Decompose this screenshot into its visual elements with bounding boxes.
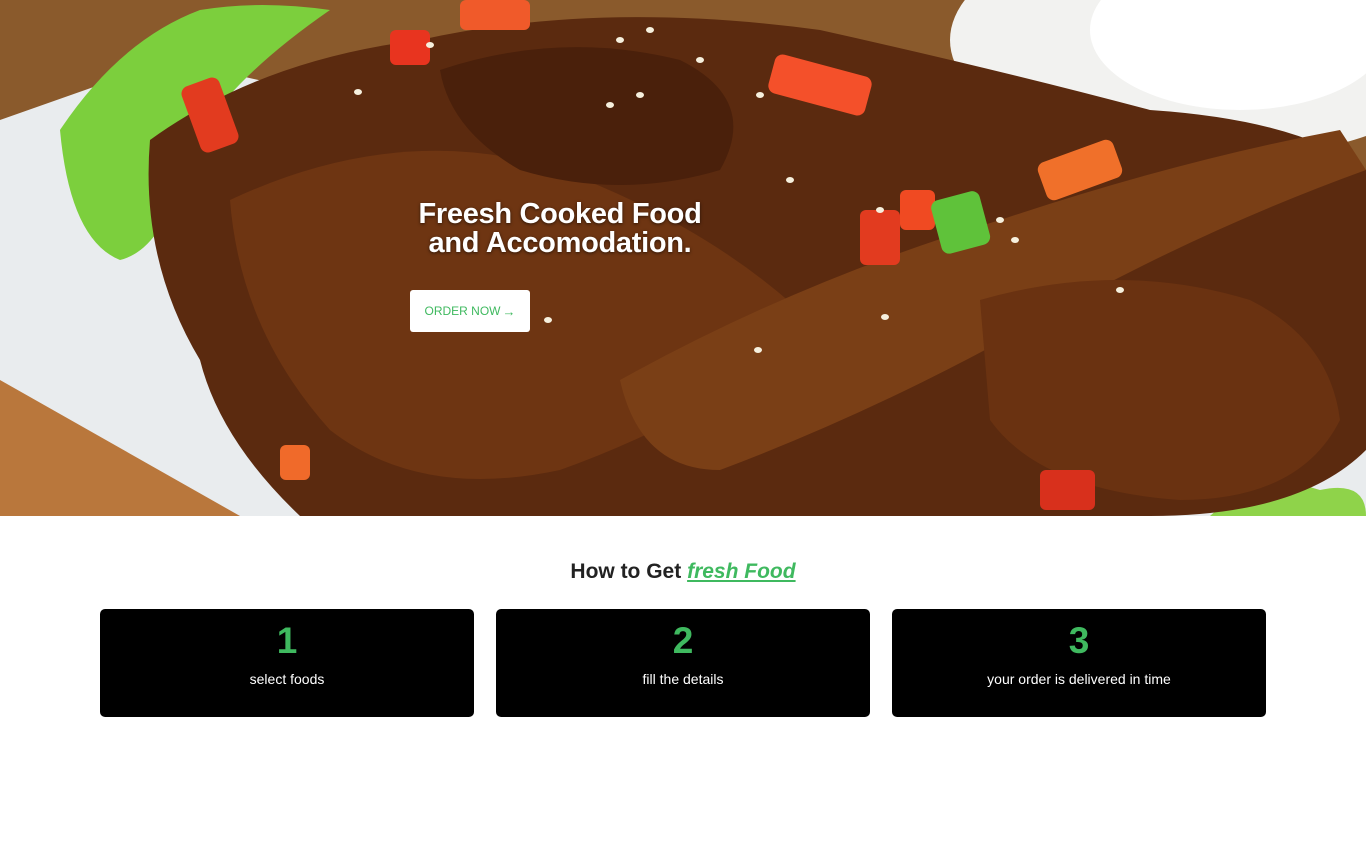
step-label: your order is delivered in time <box>987 671 1171 687</box>
how-to-heading-prefix: How to Get <box>570 560 688 583</box>
step-card: 1 select foods <box>100 609 474 717</box>
order-now-button[interactable]: ORDER NOW → <box>410 290 530 332</box>
how-to-heading: How to Get fresh Food <box>0 560 1366 584</box>
step-card: 2 fill the details <box>496 609 870 717</box>
how-to-heading-accent: fresh Food <box>687 560 796 583</box>
hero-banner: Freesh Cooked Food and Accomodation. ORD… <box>0 0 1366 516</box>
order-now-label: ORDER NOW <box>424 304 501 318</box>
step-label: fill the details <box>642 671 724 687</box>
step-number: 3 <box>1068 620 1090 661</box>
steps-list: 1 select foods 2 fill the details 3 your… <box>100 609 1266 717</box>
step-card: 3 your order is delivered in time <box>892 609 1266 717</box>
step-label: select foods <box>249 671 325 687</box>
hero-title-line2: and Accomodation. <box>428 227 692 259</box>
how-to-section: How to Get fresh Food 1 select foods 2 f… <box>0 516 1366 868</box>
arrow-right-icon: → <box>502 303 516 319</box>
step-number: 2 <box>672 620 694 661</box>
hero-title: Freesh Cooked Food and Accomodation. <box>410 200 710 258</box>
step-number: 1 <box>276 620 298 661</box>
hero-title-line1: Freesh Cooked Food <box>418 198 702 230</box>
